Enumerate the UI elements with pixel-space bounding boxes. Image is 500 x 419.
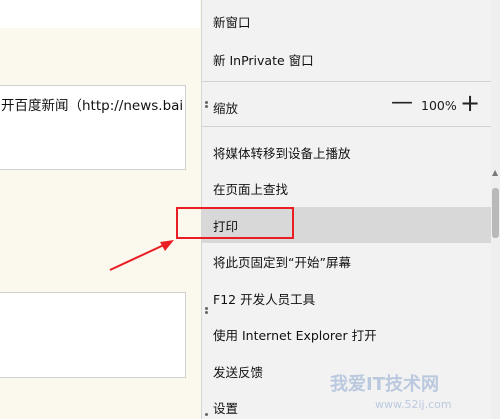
watermark-url: www.52ij.com	[375, 398, 452, 411]
address-text: 开百度新闻（http://news.bai	[1, 98, 184, 114]
expand-dots-icon[interactable]	[205, 412, 209, 417]
menu-item-open-with-ie[interactable]: 使用 Internet Explorer 打开	[202, 325, 491, 344]
watermark-logo: 我爱IT技术网	[330, 374, 439, 395]
menu-separator	[202, 126, 491, 127]
plus-icon[interactable]: +	[460, 89, 480, 117]
scrollbar[interactable]: ▲	[491, 0, 500, 419]
zoom-row: 缩放 — 100% +	[202, 88, 491, 122]
expand-dots-icon[interactable]	[205, 100, 209, 109]
annotation-arrow-icon	[109, 240, 174, 271]
minus-icon[interactable]: —	[391, 91, 413, 115]
menu-item-pin-to-start[interactable]: 将此页固定到“开始”屏幕	[202, 252, 491, 271]
page-top-band	[0, 0, 200, 28]
menu-item-cast-media[interactable]: 将媒体转移到设备上播放	[202, 143, 491, 162]
expand-dots-icon[interactable]	[205, 306, 209, 315]
menu-item-find-on-page[interactable]: 在页面上查找	[202, 179, 491, 198]
menu-item-f12-dev-tools[interactable]: F12 开发人员工具	[202, 289, 491, 308]
zoom-label: 缩放	[213, 101, 239, 116]
scrollbar-thumb[interactable]	[492, 188, 499, 238]
text-box-top[interactable]: 开百度新闻（http://news.bai	[0, 85, 186, 170]
text-box-bottom[interactable]	[0, 292, 186, 378]
menu-item-new-window[interactable]: 新窗口	[202, 12, 491, 31]
menu-separator	[202, 81, 491, 82]
zoom-value: 100%	[421, 98, 457, 113]
scroll-up-icon[interactable]: ▲	[492, 168, 498, 177]
menu-item-new-inprivate-window[interactable]: 新 InPrivate 窗口	[202, 50, 491, 69]
annotation-highlight-box	[176, 207, 294, 239]
